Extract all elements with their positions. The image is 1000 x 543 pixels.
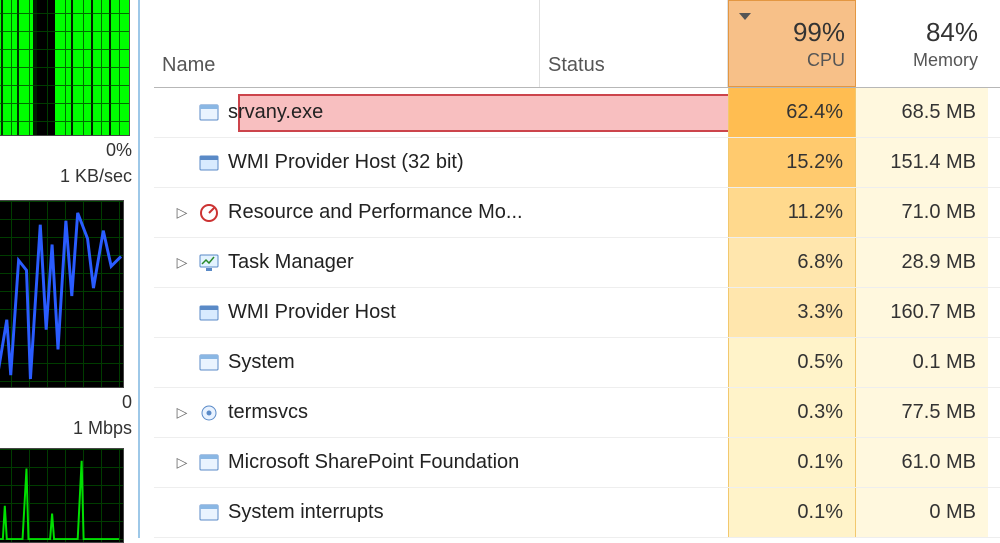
mem-total-value: 84% <box>926 17 978 48</box>
memory-cell: 0.1 MB <box>856 338 988 387</box>
window-icon <box>198 102 220 124</box>
cpu-cell: 3.3% <box>728 288 856 337</box>
mem-header-label: Memory <box>913 50 978 71</box>
process-row[interactable]: ▷ Resource and Performance Mo... 11.2%71.0… <box>154 188 1000 238</box>
process-row[interactable]: ▷ Microsoft SharePoint Foundation 0.1%61.0… <box>154 438 1000 488</box>
process-name-label: System <box>228 351 295 374</box>
cpu-cell: 0.5% <box>728 338 856 387</box>
process-row[interactable]: System 0.5%0.1 MB <box>154 338 1000 388</box>
process-name-label: WMI Provider Host (32 bit) <box>228 151 464 174</box>
cpu-percent-label: 0% <box>106 140 132 161</box>
window-icon <box>198 502 220 524</box>
process-table: Name Status 99% CPU 84% Memory srvany.ex… <box>154 0 1000 538</box>
cpu-cell: 0.3% <box>728 388 856 437</box>
cpu-header-label: CPU <box>807 50 845 71</box>
column-header-name[interactable]: Name <box>154 0 540 87</box>
column-header-memory[interactable]: 84% Memory <box>856 0 988 87</box>
process-row[interactable]: ▷ termsvcs 0.3%77.5 MB <box>154 388 1000 438</box>
cpu-mini-graph[interactable] <box>0 0 130 136</box>
process-icon <box>198 452 220 474</box>
cpu-cell: 0.1% <box>728 488 856 537</box>
process-name-cell: System <box>154 351 728 374</box>
expand-icon[interactable]: ▷ <box>174 204 190 221</box>
process-row[interactable]: ▷ Task Manager 6.8%28.9 MB <box>154 238 1000 288</box>
cpu-cell: 6.8% <box>728 238 856 287</box>
meter-icon <box>198 202 220 224</box>
memory-cell: 160.7 MB <box>856 288 988 337</box>
process-icon <box>198 352 220 374</box>
process-icon <box>198 202 220 224</box>
cpu-cell: 0.1% <box>728 438 856 487</box>
process-row[interactable]: System interrupts 0.1%0 MB <box>154 488 1000 538</box>
process-name-label: WMI Provider Host <box>228 301 396 324</box>
process-name-label: Microsoft SharePoint Foundation <box>228 451 519 474</box>
memory-cell: 71.0 MB <box>856 188 988 237</box>
process-row[interactable]: srvany.exe 62.4%68.5 MB <box>154 88 1000 138</box>
process-icon <box>198 152 220 174</box>
column-header-status[interactable]: Status <box>540 0 728 87</box>
process-name-cell: WMI Provider Host (32 bit) <box>154 151 728 174</box>
process-name-label: srvany.exe <box>228 101 323 124</box>
process-name-cell: ▷ Microsoft SharePoint Foundation <box>154 451 728 474</box>
memory-cell: 77.5 MB <box>856 388 988 437</box>
process-icon <box>198 252 220 274</box>
cpu-cell: 15.2% <box>728 138 856 187</box>
cpu-total-value: 99% <box>793 17 845 48</box>
cpu-cell: 62.4% <box>728 88 856 137</box>
gear-icon <box>198 152 220 174</box>
process-icon <box>198 102 220 124</box>
process-row[interactable]: WMI Provider Host 3.3%160.7 MB <box>154 288 1000 338</box>
expand-icon[interactable]: ▷ <box>174 254 190 271</box>
memory-cell: 61.0 MB <box>856 438 988 487</box>
window-icon <box>198 452 220 474</box>
process-name-label: System interrupts <box>228 501 384 524</box>
memory-cell: 28.9 MB <box>856 238 988 287</box>
mbps-label: 1 Mbps <box>73 418 132 439</box>
process-icon <box>198 402 220 424</box>
disk-mini-graph[interactable] <box>0 448 124 543</box>
cog-icon <box>198 402 220 424</box>
process-icon <box>198 502 220 524</box>
memory-cell: 0 MB <box>856 488 988 537</box>
memory-cell: 68.5 MB <box>856 88 988 137</box>
process-name-label: Task Manager <box>228 251 354 274</box>
memory-cell: 151.4 MB <box>856 138 988 187</box>
window-icon <box>198 352 220 374</box>
process-name-cell: WMI Provider Host <box>154 301 728 324</box>
sort-desc-icon <box>739 13 751 20</box>
process-icon <box>198 302 220 324</box>
network-mini-graph[interactable] <box>0 200 124 388</box>
process-row[interactable]: WMI Provider Host (32 bit) 15.2%151.4 MB <box>154 138 1000 188</box>
name-header-label: Name <box>162 54 215 77</box>
expand-icon[interactable]: ▷ <box>174 454 190 471</box>
cpu-cell: 11.2% <box>728 188 856 237</box>
gear-icon <box>198 302 220 324</box>
process-name-label: Resource and Performance Mo... <box>228 201 523 224</box>
process-name-cell: srvany.exe <box>154 101 728 124</box>
process-name-cell: System interrupts <box>154 501 728 524</box>
process-name-cell: ▷ Resource and Performance Mo... <box>154 201 728 224</box>
process-name-cell: ▷ Task Manager <box>154 251 728 274</box>
net-zero-label: 0 <box>122 392 132 413</box>
monitor-icon <box>198 252 220 274</box>
process-name-cell: ▷ termsvcs <box>154 401 728 424</box>
column-header-cpu[interactable]: 99% CPU <box>728 0 856 87</box>
kb-sec-label: 1 KB/sec <box>60 166 132 187</box>
performance-sidebar: 0% 1 KB/sec 0 1 Mbps <box>0 0 140 538</box>
status-header-label: Status <box>548 54 605 77</box>
process-name-label: termsvcs <box>228 401 308 424</box>
expand-icon[interactable]: ▷ <box>174 404 190 421</box>
